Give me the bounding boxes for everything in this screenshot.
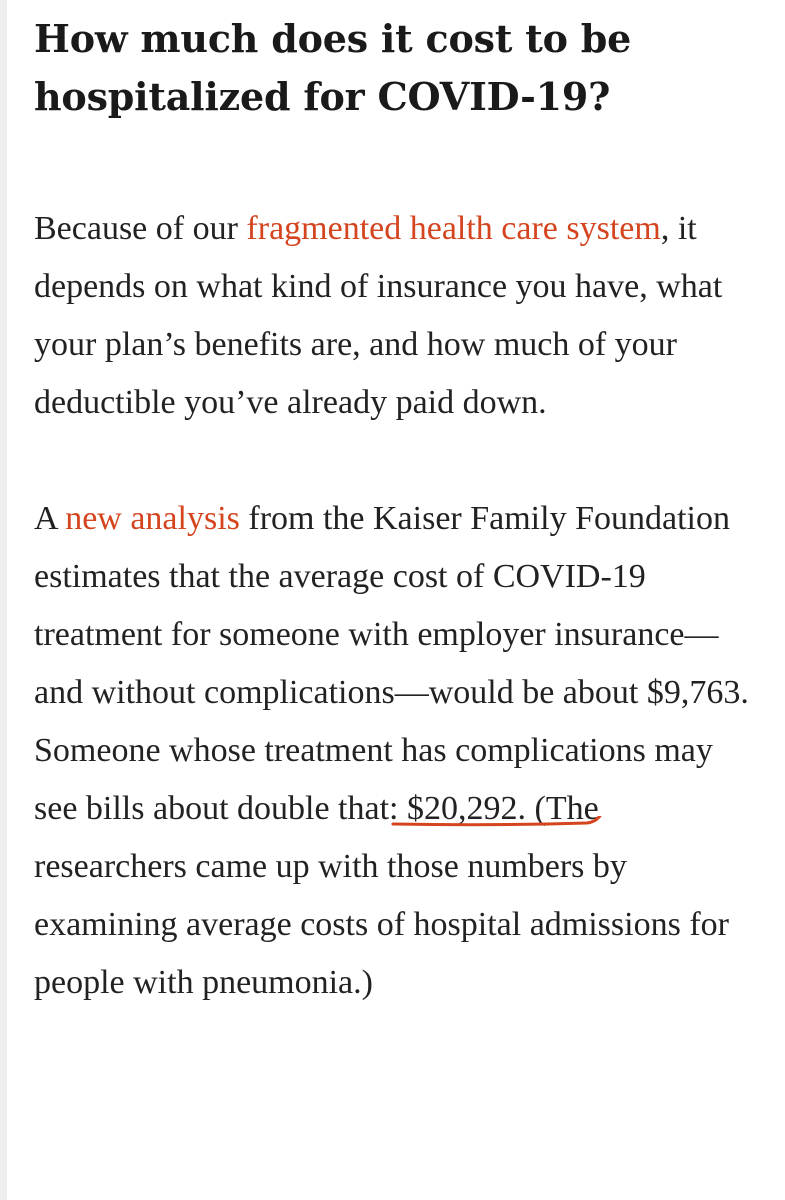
paragraph-kaiser-analysis: A new analysis from the Kaiser Family Fo… [34,490,754,1012]
fragmented-health-care-link[interactable]: fragmented health care system [246,210,660,247]
paragraph-text: A [34,500,66,537]
left-margin-rule [0,0,7,1200]
article-heading: How much does it cost to be hospitalized… [34,16,632,119]
paragraph-text: from the Kaiser Family Foundation estima… [34,500,749,827]
highlighted-cost: $20,292. [391,780,602,838]
paragraph-health-care-system: Because of our fragmented health care sy… [34,200,734,432]
paragraph-text: Because of our [34,210,247,247]
highlighted-cost-amount: $20,292. [407,790,526,827]
article: How much does it cost to be hospitalized… [34,0,779,1012]
new-analysis-link[interactable]: new analysis [65,500,240,537]
